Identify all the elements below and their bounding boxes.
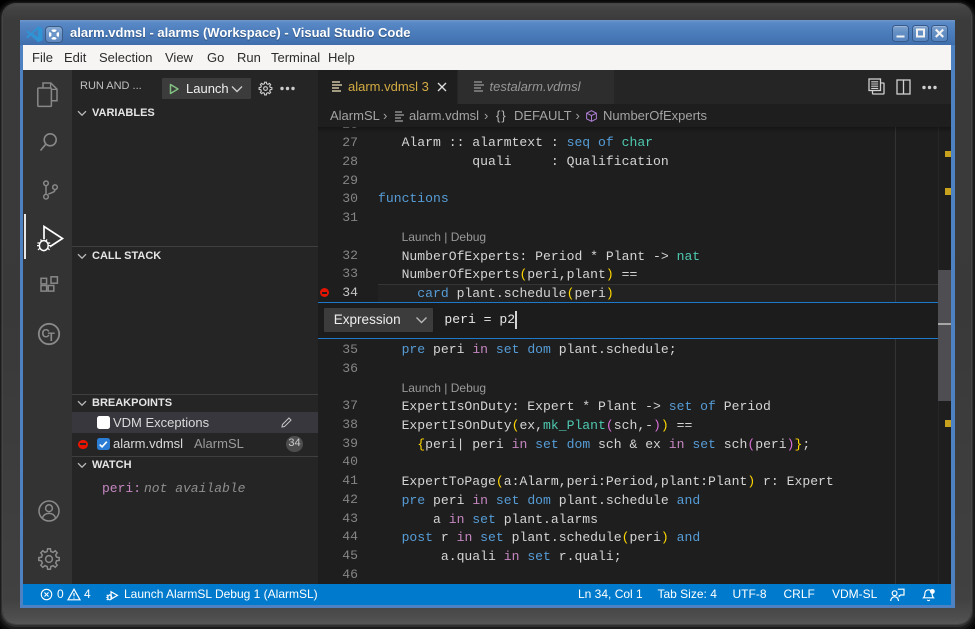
svg-text:T: T — [48, 332, 55, 344]
